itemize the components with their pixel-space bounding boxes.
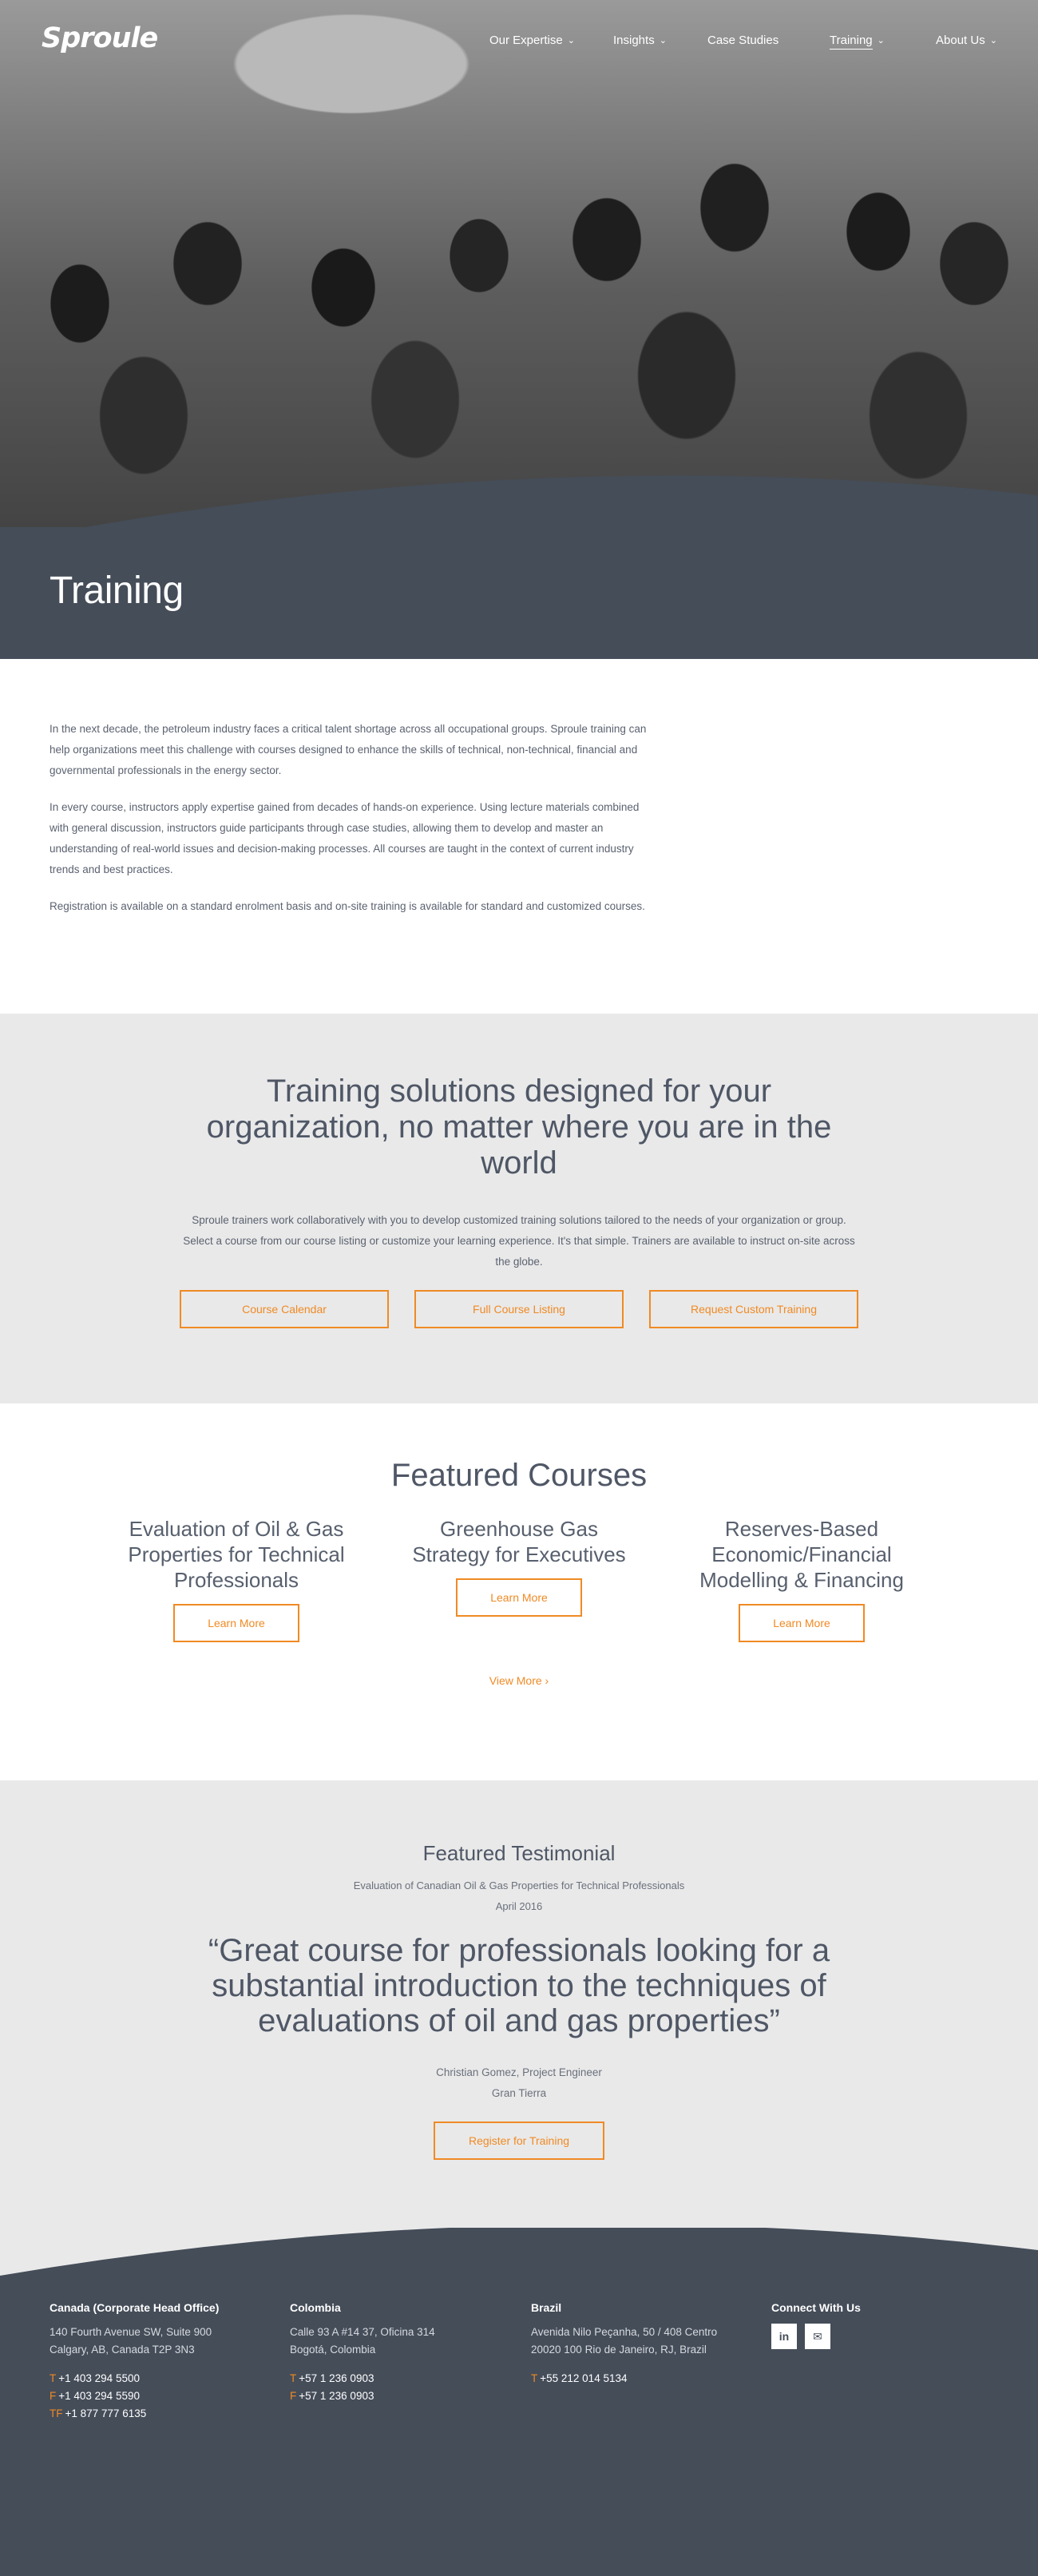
phone-prefix: TF	[50, 2407, 63, 2419]
phone-prefix: F	[290, 2390, 297, 2402]
nav-item-label: Case Studies	[707, 34, 779, 47]
solutions-description: Sproule trainers work collaboratively wi…	[183, 1214, 855, 1268]
address-line: 20020 100 Rio de Janeiro, RJ, Brazil	[531, 2344, 707, 2356]
learn-more-button[interactable]: Learn More	[173, 1604, 299, 1642]
course-calendar-button[interactable]: Course Calendar	[180, 1290, 389, 1328]
phone-prefix: T	[290, 2372, 297, 2384]
intro-paragraph: In the next decade, the petroleum indust…	[50, 723, 647, 776]
fax-line[interactable]: F +57 1 236 0903	[290, 2387, 513, 2405]
phone-number: +57 1 236 0903	[299, 2372, 374, 2384]
sproule-logo[interactable]: Sproule	[42, 22, 158, 54]
intro-paragraph: Registration is available on a standard …	[50, 900, 645, 912]
phone-number: +57 1 236 0903	[299, 2390, 374, 2402]
chevron-down-icon: ⌄	[877, 36, 885, 46]
testimonial-date: April 2016	[495, 1900, 543, 1912]
page-title: Training	[50, 570, 184, 612]
phone-line[interactable]: T +1 403 294 5500	[50, 2370, 273, 2387]
address-line: Avenida Nilo Peçanha, 50 / 408 Centro	[531, 2326, 718, 2338]
email-icon[interactable]: ✉	[805, 2324, 830, 2349]
phone-prefix: F	[50, 2390, 57, 2402]
view-more-label: View More	[489, 1674, 542, 1687]
nav-item-our-expertise[interactable]: Our Expertise ⌄	[489, 34, 575, 47]
connect-heading: Connect With Us	[771, 2301, 861, 2314]
linkedin-icon[interactable]: in	[771, 2324, 797, 2349]
phone-number: +1 877 777 6135	[65, 2407, 147, 2419]
phone-line[interactable]: T +57 1 236 0903	[290, 2370, 513, 2387]
site-footer: Canada (Corporate Head Office) 140 Fourt…	[0, 2292, 1038, 2576]
solutions-heading: Training solutions designed for your org…	[206, 1074, 832, 1181]
address-line: Calgary, AB, Canada T2P 3N3	[50, 2344, 195, 2356]
course-title: Reserves-Based Economic/Financial Modell…	[699, 1517, 904, 1592]
testimonial-author-block: Christian Gomez, Project Engineer Gran T…	[0, 2062, 1038, 2104]
toll-free-line[interactable]: TF +1 877 777 6135	[50, 2405, 273, 2423]
office-name: Canada (Corporate Head Office)	[50, 2301, 220, 2314]
office-brazil: Brazil Avenida Nilo Peçanha, 50 / 408 Ce…	[531, 2301, 755, 2387]
footer-curve-divider	[0, 2228, 1038, 2292]
chevron-down-icon: ⌄	[659, 36, 667, 46]
social-links: in ✉	[771, 2324, 995, 2349]
course-card: Greenhouse Gas Strategy for Executives L…	[401, 1516, 637, 1642]
address-line: 140 Fourth Avenue SW, Suite 900	[50, 2326, 212, 2338]
testimonial-quote: “Great course for professionals looking …	[208, 1933, 830, 2038]
office-address: Avenida Nilo Peçanha, 50 / 408 Centro 20…	[531, 2324, 755, 2359]
address-line: Calle 93 A #14 37, Oficina 314	[290, 2326, 435, 2338]
request-custom-training-button[interactable]: Request Custom Training	[649, 1290, 858, 1328]
nav-item-label: Training	[830, 34, 873, 50]
main-navigation: Sproule Our Expertise ⌄ Insights ⌄ Case St…	[0, 0, 1038, 80]
office-name: Brazil	[531, 2301, 562, 2314]
phone-number: +1 403 294 5590	[58, 2390, 140, 2402]
full-course-listing-button[interactable]: Full Course Listing	[414, 1290, 624, 1328]
address-line: Bogotá, Colombia	[290, 2344, 376, 2356]
solutions-button-row: Course Calendar Full Course Listing Requ…	[0, 1290, 1038, 1328]
phone-line[interactable]: T +55 212 014 5134	[531, 2370, 755, 2387]
nav-item-training[interactable]: Training ⌄	[830, 34, 885, 50]
phone-prefix: T	[50, 2372, 57, 2384]
testimonial-heading: Featured Testimonial	[422, 1841, 616, 1865]
hero-curve-divider	[0, 475, 1038, 659]
office-address: Calle 93 A #14 37, Oficina 314 Bogotá, C…	[290, 2324, 513, 2359]
phone-number: +1 403 294 5500	[58, 2372, 140, 2384]
featured-courses-section: Featured Courses Evaluation of Oil & Gas…	[0, 1403, 1038, 1780]
course-card: Evaluation of Oil & Gas Properties for T…	[118, 1516, 355, 1642]
featured-courses-heading: Featured Courses	[390, 1458, 648, 1493]
nav-item-label: Our Expertise	[489, 34, 563, 47]
nav-item-label: About Us	[936, 34, 985, 47]
nav-item-label: Insights	[613, 34, 655, 47]
phone-number: +55 212 014 5134	[540, 2372, 628, 2384]
testimonial-author: Christian Gomez, Project Engineer	[436, 2066, 602, 2078]
office-colombia: Colombia Calle 93 A #14 37, Oficina 314 …	[290, 2301, 513, 2405]
testimonial-company: Gran Tierra	[491, 2087, 547, 2099]
phone-prefix: T	[531, 2372, 538, 2384]
testimonial-meta: Evaluation of Canadian Oil & Gas Propert…	[0, 1875, 1038, 1917]
nav-item-insights[interactable]: Insights ⌄	[613, 34, 667, 47]
nav-item-case-studies[interactable]: Case Studies	[707, 34, 778, 47]
testimonial-course: Evaluation of Canadian Oil & Gas Propert…	[353, 1879, 685, 1891]
chevron-down-icon: ⌄	[989, 36, 997, 46]
course-grid: Evaluation of Oil & Gas Properties for T…	[0, 1516, 1038, 1642]
course-card: Reserves-Based Economic/Financial Modell…	[683, 1516, 920, 1642]
office-address: 140 Fourth Avenue SW, Suite 900 Calgary,…	[50, 2324, 273, 2359]
training-solutions-section: Training solutions designed for your org…	[0, 1014, 1038, 1403]
chevron-right-icon: ›	[545, 1674, 549, 1687]
featured-testimonial-section: Featured Testimonial Evaluation of Canad…	[0, 1780, 1038, 2292]
register-for-training-button[interactable]: Register for Training	[434, 2122, 604, 2160]
course-title: Greenhouse Gas Strategy for Executives	[412, 1517, 626, 1566]
course-title: Evaluation of Oil & Gas Properties for T…	[128, 1517, 345, 1592]
hero-section: Sproule Our Expertise ⌄ Insights ⌄ Case St…	[0, 0, 1038, 659]
learn-more-button[interactable]: Learn More	[456, 1578, 582, 1617]
chevron-down-icon: ⌄	[567, 36, 575, 46]
office-canada: Canada (Corporate Head Office) 140 Fourt…	[50, 2301, 273, 2423]
intro-section: In the next decade, the petroleum indust…	[0, 659, 1038, 1014]
fax-line[interactable]: F +1 403 294 5590	[50, 2387, 273, 2405]
intro-paragraph: In every course, instructors apply exper…	[50, 801, 640, 875]
learn-more-button[interactable]: Learn More	[739, 1604, 865, 1642]
nav-item-about-us[interactable]: About Us ⌄	[936, 34, 997, 47]
view-more-link[interactable]: View More ›	[489, 1674, 549, 1687]
office-name: Colombia	[290, 2301, 341, 2314]
connect-with-us: Connect With Us in ✉	[771, 2301, 995, 2349]
